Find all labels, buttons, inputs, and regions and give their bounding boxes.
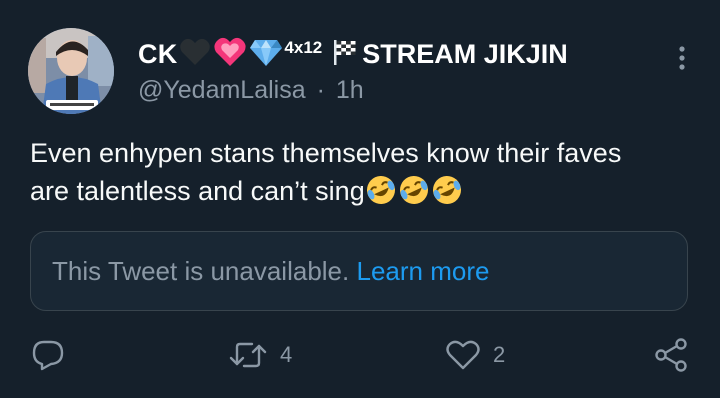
unavailable-notice: This Tweet is unavailable. Learn more [52,256,489,287]
more-options-button[interactable] [670,42,694,74]
avatar[interactable] [28,28,114,114]
retweet-button[interactable]: 4 [228,335,292,375]
like-count: 2 [493,342,506,367]
rolling-on-floor-laughing-icon [431,174,463,216]
rolling-on-floor-laughing-icon [365,174,397,216]
retweet-count: 4 [280,342,293,367]
tweet-text-line-1: Even enhypen stans themselves know their… [30,138,622,168]
heart-icon [446,340,480,370]
heart-ribbon-icon [213,36,247,73]
tweet-text: Even enhypen stans themselves know their… [30,134,700,216]
black-heart-icon [179,37,211,72]
share-icon [655,338,687,372]
display-name-suffix[interactable]: STREAM JIKJIN [362,39,568,70]
action-bar: 4 2 [0,335,720,375]
tweet[interactable]: CK 4x12 STREAM JIKJIN @YedamLalisa · 1h … [0,0,720,398]
reply-button[interactable] [30,335,78,375]
learn-more-link[interactable]: Learn more [356,256,489,286]
rolling-on-floor-laughing-icon [398,174,430,216]
author-handle[interactable]: @YedamLalisa [138,76,306,104]
author-meta: @YedamLalisa · 1h [138,76,364,105]
tweet-text-line-2: are talentless and can’t sing [30,172,700,216]
gem-icon [249,37,283,72]
like-button[interactable]: 2 [445,335,505,375]
more-vertical-icon [679,46,685,70]
quoted-tweet-unavailable: This Tweet is unavailable. Learn more [30,231,688,311]
checkered-flag-icon [332,38,358,71]
reply-icon [32,340,64,371]
unavailable-text: This Tweet is unavailable. [52,256,350,286]
superscript-label: 4x12 [284,38,323,57]
meta-separator: · [316,76,325,104]
author-name-line[interactable]: CK 4x12 STREAM JIKJIN [138,36,568,72]
display-name[interactable]: CK [138,39,177,70]
retweet-icon [229,342,267,368]
share-button[interactable] [652,335,690,375]
tweet-text-line-2-content: are talentless and can’t sing [30,176,365,206]
tweet-timestamp[interactable]: 1h [336,76,364,104]
